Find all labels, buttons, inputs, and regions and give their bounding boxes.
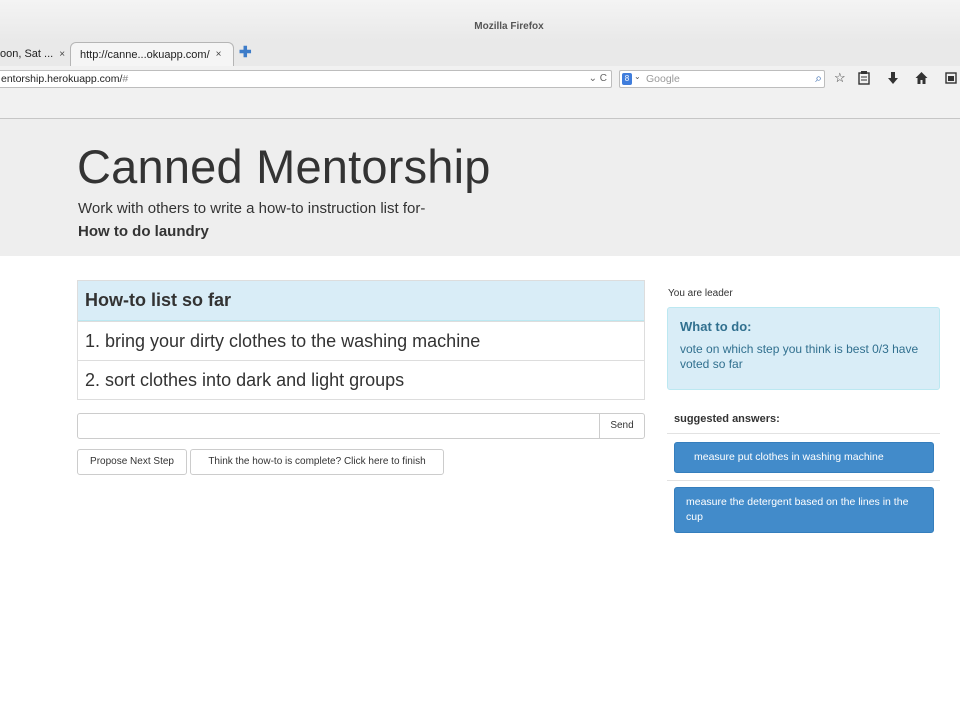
search-bar[interactable]: 8 ⌄ ⌕: [619, 70, 825, 88]
alert-title: What to do:: [680, 319, 752, 334]
chevron-down-icon[interactable]: ⌄: [589, 73, 597, 84]
url-fragment: #: [122, 73, 129, 85]
alert-body: vote on which step you think is best 0/3…: [680, 342, 919, 371]
tab-strip: oon, Sat ... × http://canne...okuapp.com…: [0, 40, 960, 67]
close-icon[interactable]: ×: [59, 49, 65, 60]
reading-list-icon[interactable]: [858, 71, 870, 88]
list-item: 1. bring your dirty clothes to the washi…: [78, 321, 644, 360]
howto-topic: How to do laundry: [78, 223, 209, 240]
propose-next-step-button[interactable]: Propose Next Step: [77, 449, 187, 475]
suggested-answers-label: suggested answers:: [674, 413, 780, 425]
tab-label: oon, Sat ...: [0, 48, 54, 60]
star-icon[interactable]: ☆: [834, 71, 846, 85]
suggested-answers-list: measure put clothes in washing machine m…: [667, 433, 940, 535]
page-title: Canned Mentorship: [77, 140, 491, 193]
search-input[interactable]: [646, 72, 806, 86]
divider: [667, 480, 940, 481]
window-title: Mozilla Firefox: [474, 21, 544, 32]
reload-icon[interactable]: C: [600, 73, 607, 84]
home-icon[interactable]: [915, 71, 928, 88]
download-icon[interactable]: [887, 71, 899, 88]
page-header: Canned Mentorship Work with others to wr…: [0, 119, 960, 256]
howto-list-heading: How-to list so far: [78, 281, 644, 321]
tab-previous[interactable]: oon, Sat ... ×: [0, 42, 68, 66]
step-input-group: Send: [77, 413, 645, 439]
search-engine-icon[interactable]: 8: [622, 73, 632, 85]
howto-list-panel: How-to list so far 1. bring your dirty c…: [77, 280, 645, 400]
tab-label: http://canne...okuapp.com/: [80, 48, 210, 61]
url-bar[interactable]: entorship.herokuapp.com/# ⌄ C: [0, 70, 612, 88]
pocket-icon[interactable]: [945, 71, 957, 88]
step-input[interactable]: [77, 413, 600, 439]
suggested-answer-button[interactable]: measure the detergent based on the lines…: [674, 487, 934, 533]
search-icon[interactable]: ⌕: [815, 71, 822, 86]
tab-current[interactable]: http://canne...okuapp.com/ ×: [70, 42, 234, 66]
finish-howto-button[interactable]: Think the how-to is complete? Click here…: [190, 449, 444, 475]
send-button[interactable]: Send: [599, 413, 645, 439]
leader-status: You are leader: [668, 288, 733, 299]
list-item: 2. sort clothes into dark and light grou…: [78, 360, 644, 399]
navigation-toolbar: entorship.herokuapp.com/# ⌄ C 8 ⌄ ⌕ ☆: [0, 66, 960, 119]
page-intro: Work with others to write a how-to instr…: [78, 200, 426, 217]
suggested-answer-button[interactable]: measure put clothes in washing machine: [674, 442, 934, 473]
window-titlebar: Mozilla Firefox: [0, 0, 960, 40]
close-icon[interactable]: ×: [216, 49, 222, 60]
url-host: entorship.herokuapp.com/: [1, 73, 123, 85]
instructions-alert: What to do: vote on which step you think…: [667, 307, 940, 390]
chevron-down-icon[interactable]: ⌄: [634, 72, 641, 81]
new-tab-icon[interactable]: ✚: [239, 43, 252, 61]
